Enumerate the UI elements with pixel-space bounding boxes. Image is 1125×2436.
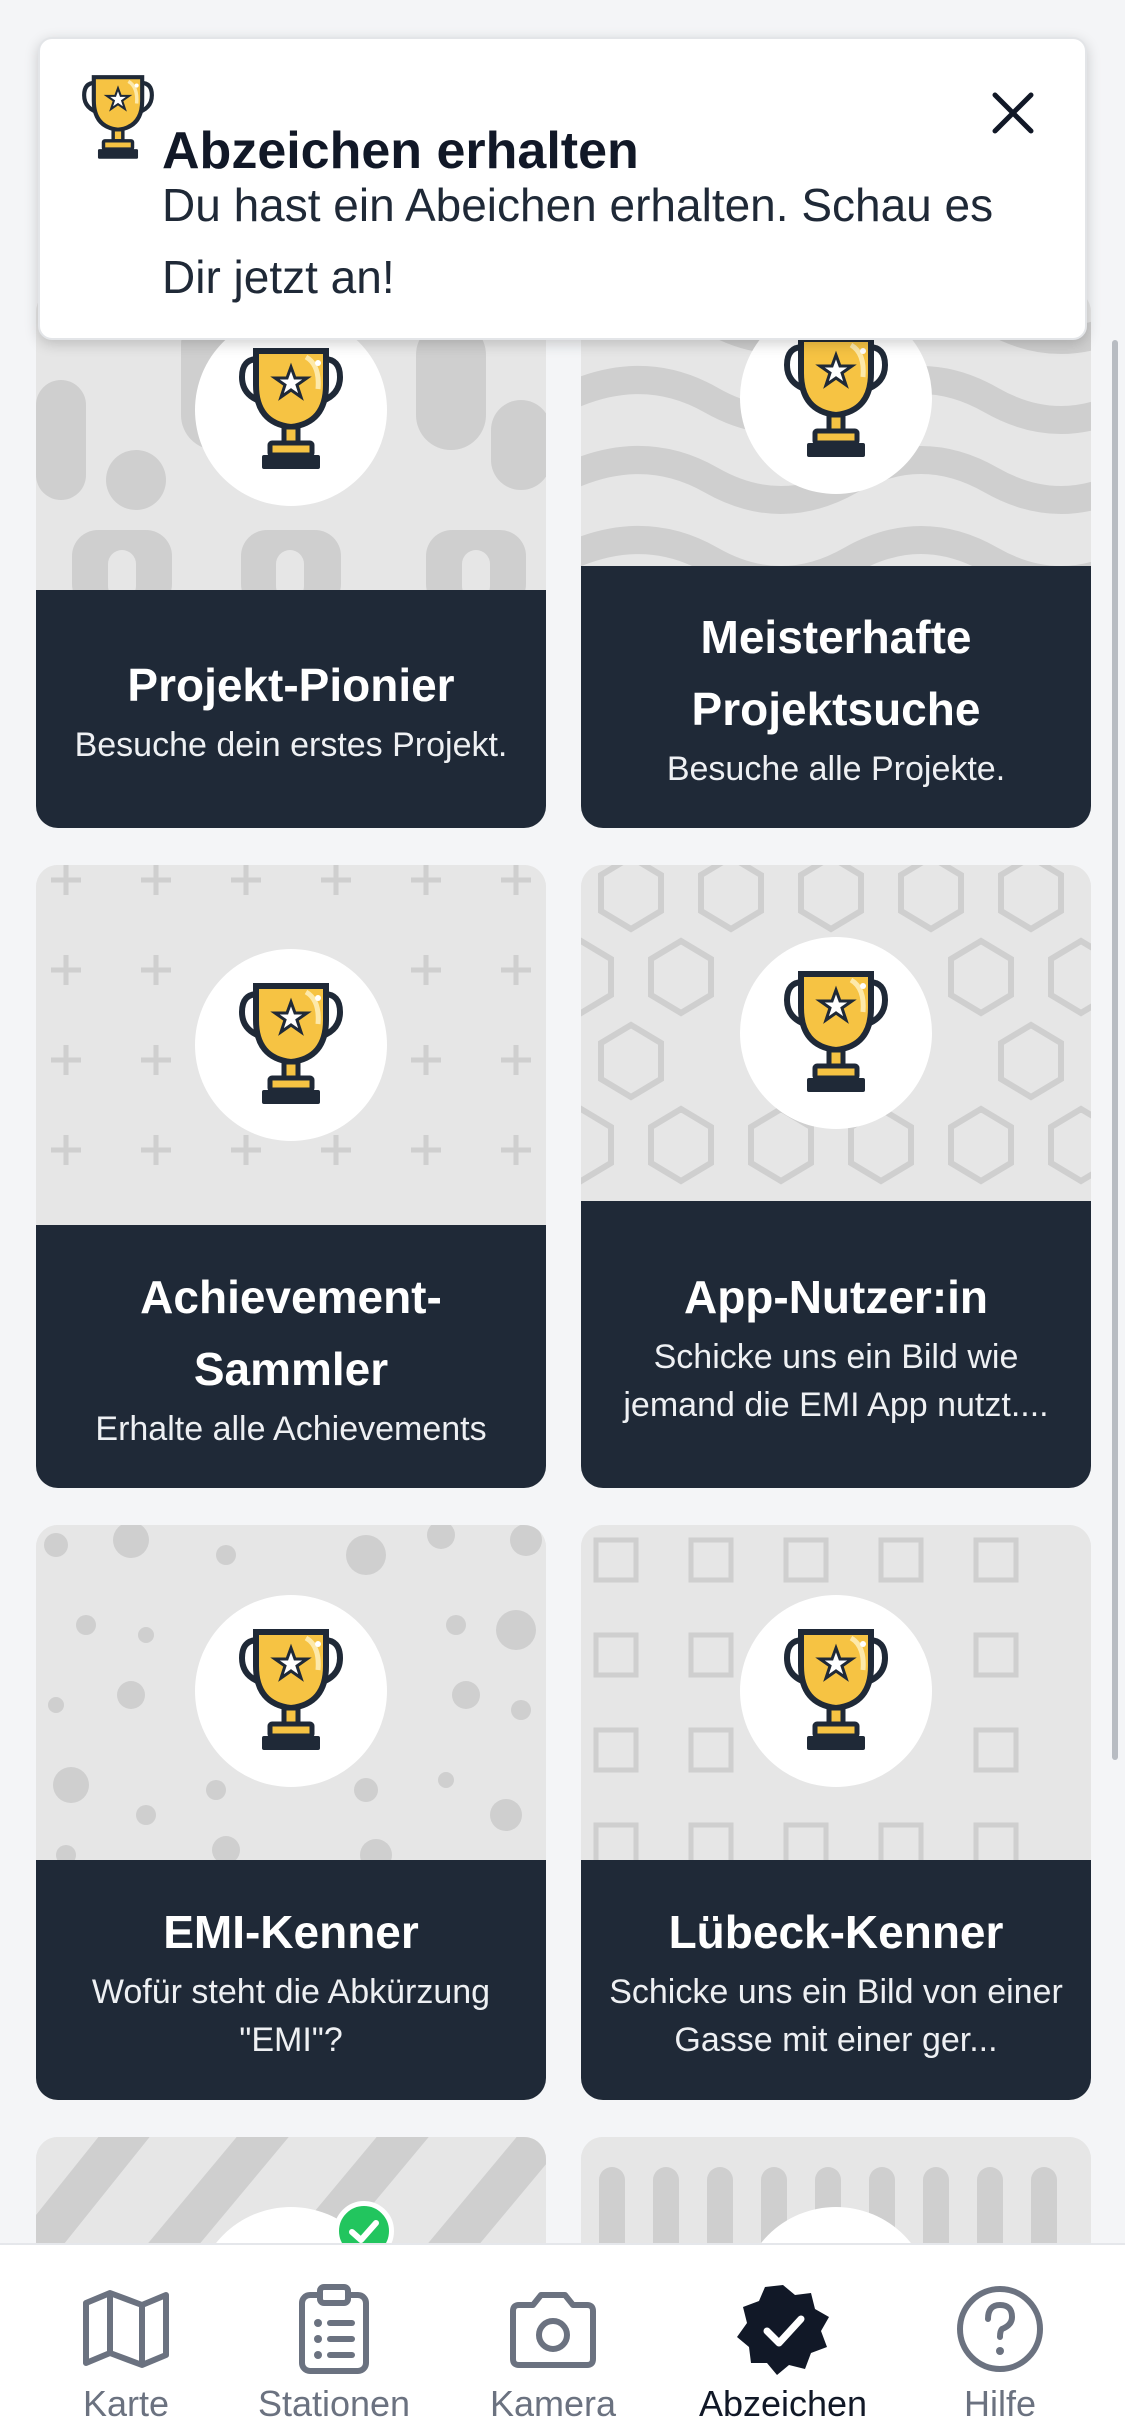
tab-label: Abzeichen <box>698 2383 868 2424</box>
badge-circle <box>195 949 387 1141</box>
badge-circle <box>740 1595 932 1787</box>
trophy-icon <box>236 1626 346 1756</box>
card-title: Projekt-Pionier <box>127 659 455 711</box>
achievement-card[interactable]: Projekt-Pionier Besuche dein erstes Proj… <box>36 290 546 828</box>
card-description: Schicke uns ein Bild wie jemand die EMI … <box>623 1337 1049 1424</box>
card-footer: Projekt-Pionier Besuche dein erstes Proj… <box>36 590 546 828</box>
card-title: EMI-Kenner <box>163 1906 419 1958</box>
trophy-icon <box>781 968 891 1098</box>
tab-abzeichen[interactable]: Abzeichen <box>673 2245 893 2436</box>
clipboard-list-icon <box>299 2284 369 2374</box>
card-description: Besuche dein erstes Projekt. <box>74 726 508 764</box>
bottom-tab-bar: Karte Stationen Kamera Abzeichen Hilfe <box>0 2243 1125 2436</box>
help-circle-icon <box>957 2286 1043 2372</box>
tab-label: Stationen <box>257 2383 411 2424</box>
tab-label: Karte <box>82 2383 170 2424</box>
tab-stationen[interactable]: Stationen <box>224 2245 444 2436</box>
trophy-icon <box>80 73 156 163</box>
card-title: Lübeck-Kenner <box>668 1906 1004 1958</box>
card-footer: Meisterhafte Projektsuche Besuche alle P… <box>581 566 1091 828</box>
tab-kamera[interactable]: Kamera <box>443 2245 663 2436</box>
card-description: Besuche alle Projekte. <box>666 750 1006 788</box>
card-description: Wofür steht die Abkürzung "EMI"? <box>91 1973 491 2059</box>
trophy-icon <box>781 333 891 463</box>
trophy-icon <box>236 980 346 1110</box>
card-title: Meisterhafte Projektsuche <box>691 611 981 735</box>
card-title: App-Nutzer:in <box>683 1270 989 1323</box>
map-icon <box>83 2290 169 2368</box>
tab-karte[interactable]: Karte <box>16 2245 236 2436</box>
badge-circle <box>195 314 387 506</box>
toast-message: Du hast ein Abeichen erhalten. Schau es … <box>162 179 994 303</box>
achievement-toast[interactable]: Abzeichen erhalten Du hast ein Abeichen … <box>38 37 1087 340</box>
achievement-card[interactable]: App-Nutzer:in Schicke uns ein Bild wie j… <box>581 865 1091 1488</box>
achievement-card[interactable]: Meisterhafte Projektsuche Besuche alle P… <box>581 290 1091 828</box>
tab-hilfe[interactable]: Hilfe <box>890 2245 1110 2436</box>
card-footer: App-Nutzer:in Schicke uns ein Bild wie j… <box>581 1201 1091 1488</box>
achievements-grid: Projekt-Pionier Besuche dein erstes Proj… <box>0 0 1125 2436</box>
tab-label: Kamera <box>489 2383 617 2424</box>
card-footer: EMI-Kenner Wofür steht die Abkürzung "EM… <box>36 1860 546 2100</box>
camera-icon <box>510 2292 596 2368</box>
badge-circle <box>195 1595 387 1787</box>
card-title: Achievement-Sammler <box>140 1270 442 1395</box>
achievement-card[interactable]: Achievement-Sammler Erhalte alle Achieve… <box>36 865 546 1488</box>
badge-check-icon <box>737 2285 829 2375</box>
badge-circle <box>740 937 932 1129</box>
card-footer: Lübeck-Kenner Schicke uns ein Bild von e… <box>581 1860 1091 2100</box>
tab-label: Hilfe <box>963 2383 1037 2424</box>
card-description: Erhalte alle Achievements <box>95 1409 487 1448</box>
card-description: Schicke uns ein Bild von einer Gasse mit… <box>609 1973 1063 2059</box>
achievement-card[interactable]: EMI-Kenner Wofür steht die Abkürzung "EM… <box>36 1525 546 2100</box>
trophy-icon <box>781 1626 891 1756</box>
achievement-card[interactable]: Lübeck-Kenner Schicke uns ein Bild von e… <box>581 1525 1091 2100</box>
card-footer: Achievement-Sammler Erhalte alle Achieve… <box>36 1225 546 1488</box>
scrollbar[interactable] <box>1112 340 1118 1760</box>
trophy-icon <box>236 345 346 475</box>
close-icon[interactable] <box>985 85 1041 141</box>
